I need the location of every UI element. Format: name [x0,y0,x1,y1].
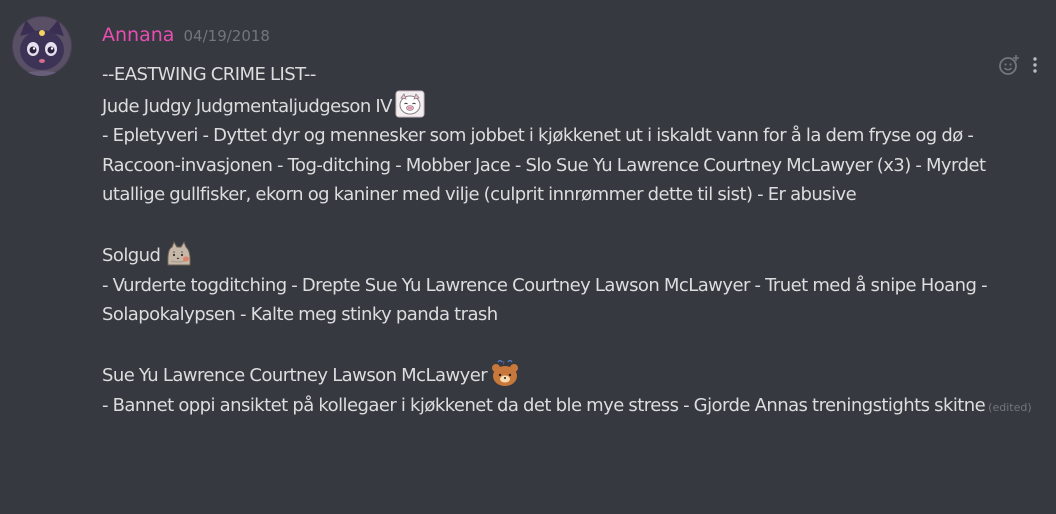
entry-heading: Solgud [102,239,1042,271]
rilakkuma-bear-emoji[interactable]: ? [490,359,520,387]
pusheen-cat-emoji[interactable] [163,239,193,267]
entry-crimes: Solapokalypsen - Kalte meg stinky panda … [102,304,498,325]
avatar[interactable] [12,16,72,76]
entry-name: Solgud [102,245,161,266]
entry-crimes: - Epletyveri - Dyttet dyr og mennesker s… [102,125,986,205]
cat-avatar-icon [12,16,72,76]
chat-message: Annana 04/19/2018 --EASTWING CRIME LIST-… [0,0,1056,514]
entry-crimes: - Vurderte togditching - Drepte Sue Yu L… [102,274,988,296]
entry-crimes: - Bannet oppi ansiktet på kollegaer i kj… [102,394,1032,416]
timestamp: 04/19/2018 [183,27,270,45]
username[interactable]: Annana [102,24,174,46]
entry-heading: Jude Judgy Judgmentaljudgeson IV [102,90,1042,122]
message-content: --EASTWING CRIME LIST-- Jude Judgy Judgm… [102,60,1042,422]
entry-name: Sue Yu Lawrence Courtney Lawson McLawyer [102,365,488,386]
entry-name: Jude Judgy Judgmentaljudgeson IV [102,95,392,117]
pig-face-emoji[interactable] [395,90,425,118]
edited-label: (edited) [988,400,1032,414]
message-header: Annana 04/19/2018 [102,24,270,46]
list-title: --EASTWING CRIME LIST-- [102,64,316,85]
entry-heading: Sue Yu Lawrence Courtney Lawson McLawyer… [102,359,1042,391]
